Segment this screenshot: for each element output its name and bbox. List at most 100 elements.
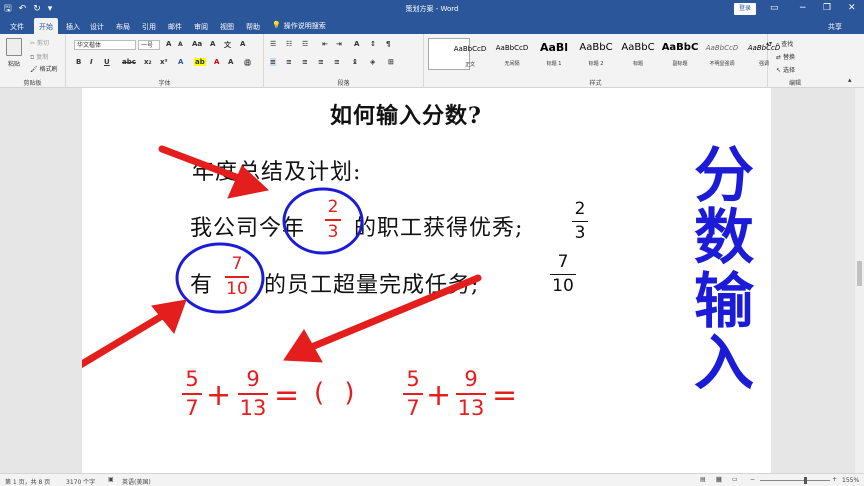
highlight-icon[interactable]: ab [194, 58, 206, 66]
tab-view[interactable]: 视图 [220, 22, 234, 32]
zoom-level[interactable]: 155% [842, 477, 859, 484]
style-no-spacing[interactable]: AaBbCcD 无间隔 [470, 38, 528, 70]
style-heading-1[interactable]: AaBl 标题 1 [512, 38, 568, 70]
close-button[interactable]: ✕ [848, 2, 856, 14]
tab-help[interactable]: 帮助 [246, 22, 260, 32]
tab-insert[interactable]: 插入 [66, 22, 80, 32]
bullets-icon[interactable]: ☰ [270, 40, 276, 48]
style-subtle-emphasis[interactable]: AaBbCcD 不明显强调 [680, 38, 738, 70]
increase-indent-icon[interactable]: ⇥ [336, 40, 342, 48]
red-arrow-2-shaft [82, 312, 166, 369]
paste-button[interactable]: 粘贴 [8, 59, 20, 68]
char-border-icon[interactable]: A [240, 40, 245, 48]
replace-button[interactable]: ⇄ 替换 [776, 52, 795, 61]
numbering-icon[interactable]: ☷ [286, 40, 292, 48]
red-arrow-1-shaft [158, 145, 248, 184]
format-painter-button[interactable]: 🖌 格式刷 [30, 64, 58, 73]
borders-icon[interactable]: ⊞ [388, 58, 394, 66]
font-group-label: 字体 [158, 80, 171, 87]
scissors-icon: ✂ [30, 40, 36, 47]
styles-group-label: 样式 [589, 80, 602, 87]
tab-review[interactable]: 审阅 [194, 22, 208, 32]
decrease-indent-icon[interactable]: ⇤ [322, 40, 328, 48]
editing-group: ⌕ 查找 ⇄ 替换 ↖ 选择 编辑 [770, 34, 820, 88]
style-emphasis[interactable]: AaBbCcD 强调 [722, 38, 780, 70]
styles-gallery: AaBbCcD 正文 AaBbCcD 无间隔 AaBl 标题 1 AaBbC 标题 2 … [428, 38, 780, 70]
zoom-slider[interactable] [760, 477, 830, 484]
shading-icon[interactable]: ◈ [370, 58, 375, 66]
find-button[interactable]: ⌕ 查找 [776, 39, 793, 49]
tab-file[interactable]: 文件 [10, 22, 24, 32]
style-normal[interactable]: AaBbCcD 正文 [428, 38, 486, 70]
underline-button[interactable]: U [104, 58, 110, 66]
document-page[interactable]: 如何输入分数? 年度总结及计划: 我公司今年 23 的职工获得优秀; 23 有 … [82, 88, 771, 473]
brush-icon: 🖌 [30, 66, 38, 73]
tab-home[interactable]: 开始 [34, 18, 58, 34]
align-center-icon[interactable]: ≡ [286, 58, 292, 66]
ribbon-display-options-icon[interactable]: ▭ [770, 2, 779, 14]
collapse-ribbon-icon[interactable]: ▴ [848, 76, 852, 84]
share-button[interactable]: 共享 [828, 22, 842, 32]
red-arrow-1-head [227, 165, 270, 199]
bold-button[interactable]: B [76, 58, 81, 66]
zoom-slider-thumb[interactable] [804, 477, 807, 484]
style-heading-2[interactable]: AaBbC 标题 2 [554, 38, 612, 70]
multilevel-icon[interactable]: ☲ [302, 40, 308, 48]
minimize-button[interactable]: − [799, 2, 807, 14]
char-shading-icon[interactable]: A [228, 58, 233, 66]
align-left-icon[interactable]: ≡ [270, 58, 276, 66]
text-effects-icon[interactable]: A [178, 58, 183, 66]
zoom-out-icon[interactable]: − [750, 476, 755, 483]
copy-button[interactable]: ⧉ 复制 [30, 52, 48, 62]
tab-references[interactable]: 引用 [142, 22, 156, 32]
print-layout-icon[interactable]: ▦ [716, 476, 722, 483]
italic-button[interactable]: I [90, 58, 93, 66]
enclose-char-icon[interactable]: ㊐ [244, 58, 251, 68]
annotation-layer [82, 145, 482, 369]
show-marks-icon[interactable]: ¶ [386, 40, 390, 48]
strikethrough-button[interactable]: abc [122, 58, 136, 66]
read-mode-icon[interactable]: ▤ [700, 476, 706, 483]
font-size-select[interactable]: 一号 [138, 40, 160, 50]
maximize-button[interactable]: ❐ [823, 2, 831, 14]
word-count[interactable]: 3170 个字 [66, 477, 95, 486]
chinese-layout-icon[interactable]: A [354, 40, 359, 48]
font-family-select[interactable]: 华文楷体 [74, 40, 136, 50]
clipboard-group-label: 剪贴板 [23, 80, 42, 87]
font-color-icon[interactable]: A [214, 58, 219, 66]
select-button[interactable]: ↖ 选择 [776, 65, 795, 74]
tell-me-box[interactable]: 💡 操作说明搜索 [272, 21, 326, 31]
tab-layout[interactable]: 布局 [116, 22, 130, 32]
grow-font-icon[interactable]: A [166, 40, 171, 48]
justify-icon[interactable]: ≡ [318, 58, 324, 66]
style-subtitle[interactable]: AaBbC 副标题 [638, 38, 699, 70]
vertical-scrollbar[interactable] [855, 88, 864, 473]
shrink-font-icon[interactable]: A [178, 41, 183, 48]
login-button[interactable]: 登录 [734, 3, 756, 15]
distributed-icon[interactable]: ≡ [334, 58, 340, 66]
clear-format-icon[interactable]: A [210, 40, 215, 48]
line-spacing-icon[interactable]: ↨ [352, 58, 358, 66]
document-area: 如何输入分数? 年度总结及计划: 我公司今年 23 的职工获得优秀; 23 有 … [0, 88, 864, 473]
tab-mailings[interactable]: 邮件 [168, 22, 182, 32]
page-count[interactable]: 第 1 页，共 8 页 [5, 477, 50, 486]
tell-me-label: 操作说明搜索 [283, 22, 326, 30]
blue-circle-lower [175, 242, 265, 314]
proofing-icon[interactable]: ▣ [108, 476, 114, 483]
cut-button[interactable]: ✂ 剪切 [30, 38, 49, 47]
paste-icon[interactable] [6, 38, 22, 56]
language-indicator[interactable]: 英语(美国) [122, 477, 151, 486]
tab-design[interactable]: 设计 [90, 22, 104, 32]
replace-icon: ⇄ [776, 54, 782, 61]
ribbon-home: 粘贴 ✂ 剪切 ⧉ 复制 🖌 格式刷 剪贴板 华文楷体 一号 A A Aa A … [0, 34, 864, 88]
align-right-icon[interactable]: ≡ [302, 58, 308, 66]
phonetic-icon[interactable]: 文 [224, 40, 231, 50]
style-title[interactable]: AaBbC 标题 [596, 38, 654, 70]
scrollbar-thumb[interactable] [857, 261, 862, 286]
superscript-button[interactable]: x² [160, 58, 168, 66]
subscript-button[interactable]: x₂ [144, 58, 152, 66]
change-case-icon[interactable]: Aa [192, 40, 202, 48]
zoom-in-icon[interactable]: + [832, 476, 837, 483]
sort-icon[interactable]: ↕ [370, 40, 376, 48]
web-layout-icon[interactable]: ▭ [732, 476, 738, 483]
